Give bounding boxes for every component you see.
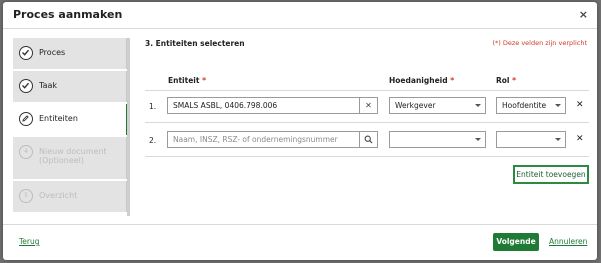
- chevron-down-icon: [475, 138, 481, 141]
- entity-input[interactable]: SMALS ASBL, 0406.798.006 ✕: [167, 97, 378, 114]
- step-overzicht: 5 Overzicht: [13, 181, 130, 212]
- column-header-capacity: Hoedanigheid *: [389, 76, 455, 85]
- remove-row-icon[interactable]: ✕: [576, 100, 584, 110]
- pencil-icon: [19, 112, 33, 126]
- required-note: (*) Deze velden zijn verplicht: [492, 39, 587, 47]
- step-number-badge: 4: [19, 145, 33, 159]
- step-proces[interactable]: Proces: [13, 38, 130, 69]
- modal-title: Proces aanmaken: [13, 8, 123, 21]
- step-entiteiten[interactable]: Entiteiten: [13, 104, 130, 135]
- wizard-steps: Proces Taak Entiteiten 4 Nieuw document …: [13, 38, 130, 214]
- column-header-entity: Entiteit *: [168, 76, 207, 85]
- step-label: Nieuw document (Optioneel): [39, 147, 107, 165]
- divider: [145, 90, 589, 91]
- divider: [145, 122, 589, 123]
- cancel-link[interactable]: Annuleren: [549, 237, 587, 246]
- chevron-down-icon: [555, 104, 561, 107]
- step-label: Overzicht: [39, 191, 78, 200]
- check-icon: [19, 46, 33, 60]
- chevron-down-icon: [555, 138, 561, 141]
- section-heading: 3. Entiteiten selecteren: [145, 39, 245, 48]
- check-icon: [19, 79, 33, 93]
- process-modal: Proces aanmaken × Proces Taak Entiteiten…: [3, 2, 597, 260]
- remove-row-icon[interactable]: ✕: [576, 134, 584, 144]
- role-select[interactable]: Hoofdentite: [496, 97, 566, 114]
- clear-icon[interactable]: ✕: [359, 98, 377, 113]
- next-button[interactable]: Volgende: [493, 233, 539, 251]
- step-number-badge: 5: [19, 189, 33, 203]
- entity-search-input[interactable]: Naam, INSZ, RSZ- of ondernemingsnummer: [167, 131, 378, 148]
- role-select[interactable]: [496, 131, 566, 148]
- sidebar-scrollbar[interactable]: [127, 38, 130, 216]
- modal-header: Proces aanmaken ×: [3, 2, 597, 29]
- column-header-role: Rol *: [496, 76, 517, 85]
- divider: [145, 156, 589, 157]
- capacity-select[interactable]: Werkgever: [389, 97, 486, 114]
- step-label: Entiteiten: [39, 114, 78, 123]
- footer-divider: [3, 224, 597, 225]
- chevron-down-icon: [475, 104, 481, 107]
- capacity-select[interactable]: [389, 131, 486, 148]
- row-index: 1.: [149, 102, 157, 111]
- step-label: Proces: [39, 48, 66, 57]
- step-nieuw-document: 4 Nieuw document (Optioneel): [13, 137, 130, 179]
- add-entity-button[interactable]: Entiteit toevoegen: [513, 165, 589, 184]
- step-label: Taak: [39, 81, 57, 90]
- row-index: 2.: [149, 136, 157, 145]
- back-link[interactable]: Terug: [19, 237, 40, 246]
- step-taak[interactable]: Taak: [13, 71, 130, 102]
- search-icon[interactable]: [359, 132, 377, 147]
- close-icon[interactable]: ×: [579, 8, 588, 21]
